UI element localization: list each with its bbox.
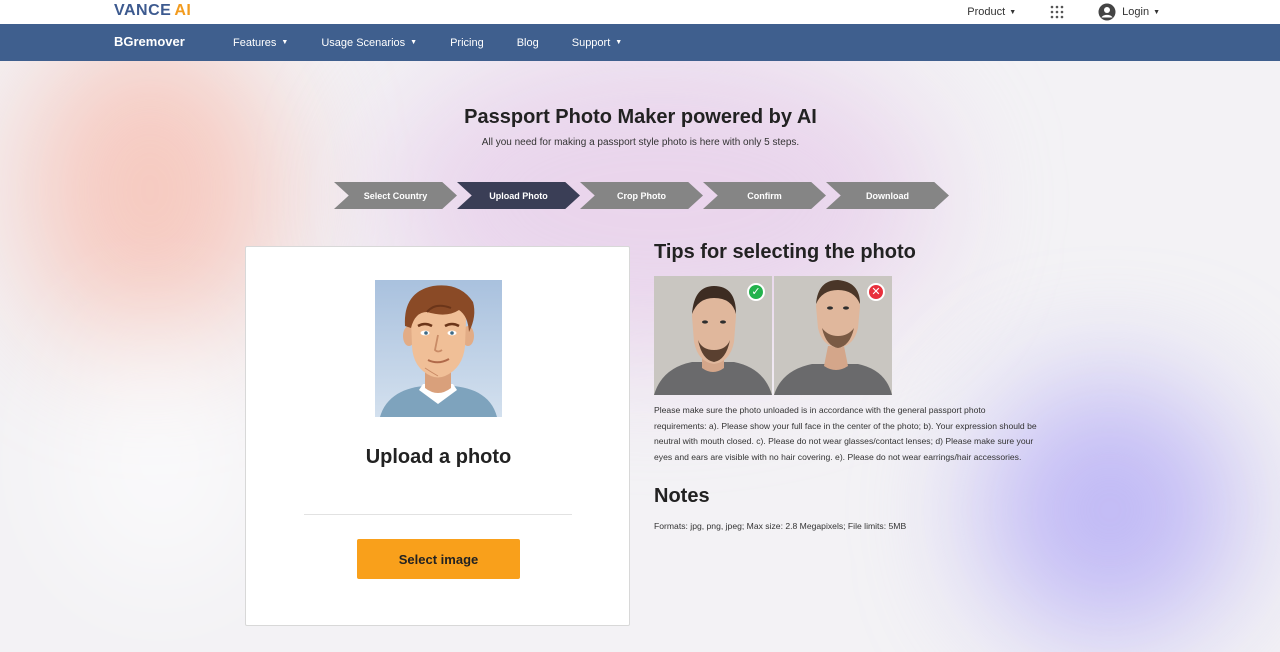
- nav-item-pricing[interactable]: Pricing: [450, 37, 484, 49]
- nav-item-label: Usage Scenarios: [321, 36, 406, 49]
- product-menu-label: Product: [967, 6, 1006, 18]
- nav-item-features[interactable]: Features ▼: [233, 37, 288, 49]
- chevron-down-icon: ▼: [1009, 8, 1017, 16]
- logo-ai-text: AI: [174, 2, 192, 19]
- step-crop-photo: Crop Photo: [580, 182, 703, 209]
- cross-icon: ✕: [867, 283, 885, 301]
- select-image-button[interactable]: Select image: [357, 539, 520, 579]
- user-account-icon[interactable]: [1098, 3, 1116, 21]
- step-select-country: Select Country: [334, 182, 457, 209]
- upload-card: Upload a photo Select image: [245, 246, 630, 626]
- top-bar: VANCE AI Product ▼ Login ▼: [0, 0, 1280, 24]
- card-divider: [304, 514, 572, 515]
- tips-title: Tips for selecting the photo: [654, 241, 916, 263]
- good-example-photo: ✓: [654, 276, 772, 395]
- nav-items: Features ▼ Usage Scenarios ▼ Pricing Blo…: [233, 24, 655, 61]
- step-upload-photo: Upload Photo: [457, 182, 580, 209]
- page-background: [0, 0, 1280, 652]
- bad-example-photo: ✕: [774, 276, 892, 395]
- notes-text: Formats: jpg, png, jpeg; Max size: 2.8 M…: [654, 521, 907, 531]
- vance-ai-logo[interactable]: VANCE AI: [114, 2, 191, 20]
- sample-portrait-image: [375, 280, 502, 417]
- step-confirm: Confirm: [703, 182, 826, 209]
- chevron-down-icon: ▼: [1153, 8, 1160, 16]
- nav-item-label: Pricing: [450, 36, 484, 49]
- chevron-down-icon: ▼: [281, 39, 289, 46]
- check-icon: ✓: [747, 283, 765, 301]
- nav-item-label: Blog: [516, 36, 539, 49]
- upload-title: Upload a photo: [365, 446, 512, 468]
- apps-grid-icon[interactable]: [1050, 5, 1064, 19]
- tip-photos: ✓ ✕: [654, 276, 892, 395]
- chevron-down-icon: ▼: [410, 39, 418, 46]
- chevron-down-icon: ▼: [615, 39, 623, 46]
- main-navbar: BGremover Features ▼ Usage Scenarios ▼ P…: [0, 24, 1280, 61]
- nav-item-blog[interactable]: Blog: [517, 37, 539, 49]
- login-menu[interactable]: Login ▼: [1122, 6, 1160, 18]
- progress-steps: Select Country Upload Photo Crop Photo C…: [334, 182, 949, 209]
- page-subtitle: All you need for making a passport style…: [481, 137, 800, 148]
- nav-item-label: Support: [571, 36, 611, 49]
- nav-item-support[interactable]: Support ▼: [572, 37, 622, 49]
- brand-link[interactable]: BGremover: [114, 34, 185, 49]
- background-glow: [20, 30, 280, 350]
- background-glow: [60, 330, 260, 590]
- notes-title: Notes: [654, 485, 710, 507]
- nav-item-label: Features: [233, 36, 277, 49]
- login-label: Login: [1122, 6, 1150, 18]
- tips-text: Please make sure the photo unloaded is i…: [654, 405, 1037, 462]
- step-download: Download: [826, 182, 949, 209]
- product-menu[interactable]: Product ▼: [967, 6, 1016, 18]
- page-title: Passport Photo Maker powered by AI: [464, 106, 817, 128]
- logo-text: VANCE: [114, 2, 172, 19]
- top-right-menu: Product ▼ Login ▼: [967, 0, 1160, 24]
- nav-item-usage-scenarios[interactable]: Usage Scenarios ▼: [321, 37, 417, 49]
